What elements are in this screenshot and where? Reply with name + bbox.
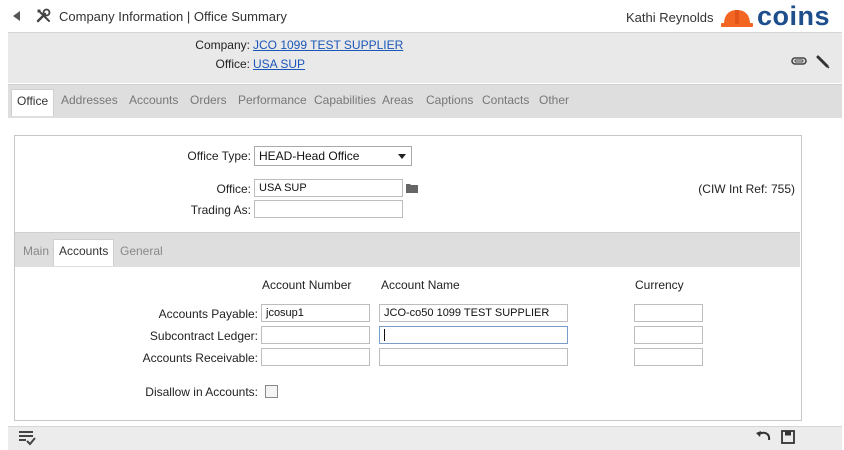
undo-icon[interactable]	[755, 430, 771, 444]
office-field-label: Office:	[216, 182, 251, 196]
sub-tab-bar: Main Accounts General	[15, 232, 800, 267]
tab-other[interactable]: Other	[539, 93, 569, 107]
column-header-account-number: Account Number	[262, 278, 352, 292]
trading-as-label: Trading As:	[190, 203, 251, 217]
accounts-payable-number-input[interactable]: jcosup1	[261, 304, 370, 322]
office-label: Office:	[215, 57, 250, 71]
pencil-icon[interactable]	[815, 54, 831, 70]
accounts-receivable-number-input[interactable]	[261, 348, 370, 366]
folder-icon[interactable]	[406, 183, 418, 193]
company-link[interactable]: JCO 1099 TEST SUPPLIER	[253, 38, 403, 52]
brand-logo: coins	[757, 1, 831, 31]
tab-office[interactable]: Office	[11, 89, 55, 116]
trading-as-input[interactable]	[254, 200, 403, 218]
tools-icon	[36, 8, 51, 23]
checklist-icon[interactable]	[18, 430, 36, 446]
hard-hat-icon	[721, 10, 753, 27]
column-header-currency: Currency	[635, 278, 684, 292]
tab-addresses[interactable]: Addresses	[61, 93, 118, 107]
company-label: Company:	[195, 38, 250, 52]
footer-bar	[8, 426, 842, 450]
user-name[interactable]: Kathi Reynolds	[626, 10, 713, 25]
disallow-in-accounts-label: Disallow in Accounts:	[145, 385, 258, 399]
accounts-receivable-label: Accounts Receivable:	[142, 351, 258, 365]
tab-performance[interactable]: Performance	[238, 93, 307, 107]
disallow-in-accounts-checkbox[interactable]	[265, 385, 278, 398]
int-ref-text: (CIW Int Ref: 755)	[698, 182, 795, 196]
text-caret	[384, 329, 385, 342]
back-arrow-icon[interactable]	[13, 11, 20, 21]
main-tab-bar: Office Addresses Accounts Orders Perform…	[8, 84, 842, 119]
tab-capabilities[interactable]: Capabilities	[314, 93, 376, 107]
subtab-general[interactable]: General	[120, 244, 163, 258]
paperclip-icon[interactable]	[791, 56, 807, 66]
office-type-value: HEAD-Head Office	[259, 149, 360, 163]
chevron-down-icon	[398, 154, 406, 159]
subcontract-ledger-number-input[interactable]	[261, 326, 370, 344]
subtab-main[interactable]: Main	[23, 244, 49, 258]
office-type-select[interactable]: HEAD-Head Office	[254, 146, 412, 166]
subtab-accounts[interactable]: Accounts	[53, 239, 115, 266]
accounts-receivable-currency-input[interactable]	[634, 348, 703, 366]
office-input[interactable]: USA SUP	[254, 179, 403, 197]
page-title: Company Information | Office Summary	[59, 9, 287, 24]
subcontract-ledger-name-input[interactable]	[379, 326, 568, 344]
accounts-receivable-name-input[interactable]	[379, 348, 568, 366]
subcontract-ledger-label: Subcontract Ledger:	[149, 329, 258, 343]
column-header-account-name: Account Name	[381, 278, 460, 292]
accounts-payable-label: Accounts Payable:	[158, 307, 258, 321]
tab-areas[interactable]: Areas	[382, 93, 413, 107]
tab-orders[interactable]: Orders	[190, 93, 227, 107]
save-icon[interactable]	[781, 430, 795, 444]
tab-contacts[interactable]: Contacts	[482, 93, 529, 107]
office-link[interactable]: USA SUP	[253, 57, 305, 71]
accounts-payable-currency-input[interactable]	[634, 304, 703, 322]
subcontract-ledger-currency-input[interactable]	[634, 326, 703, 344]
office-type-label: Office Type:	[187, 149, 251, 163]
accounts-payable-name-input[interactable]: JCO-co50 1099 TEST SUPPLIER	[379, 304, 568, 322]
tab-accounts[interactable]: Accounts	[129, 93, 178, 107]
tab-captions[interactable]: Captions	[426, 93, 473, 107]
